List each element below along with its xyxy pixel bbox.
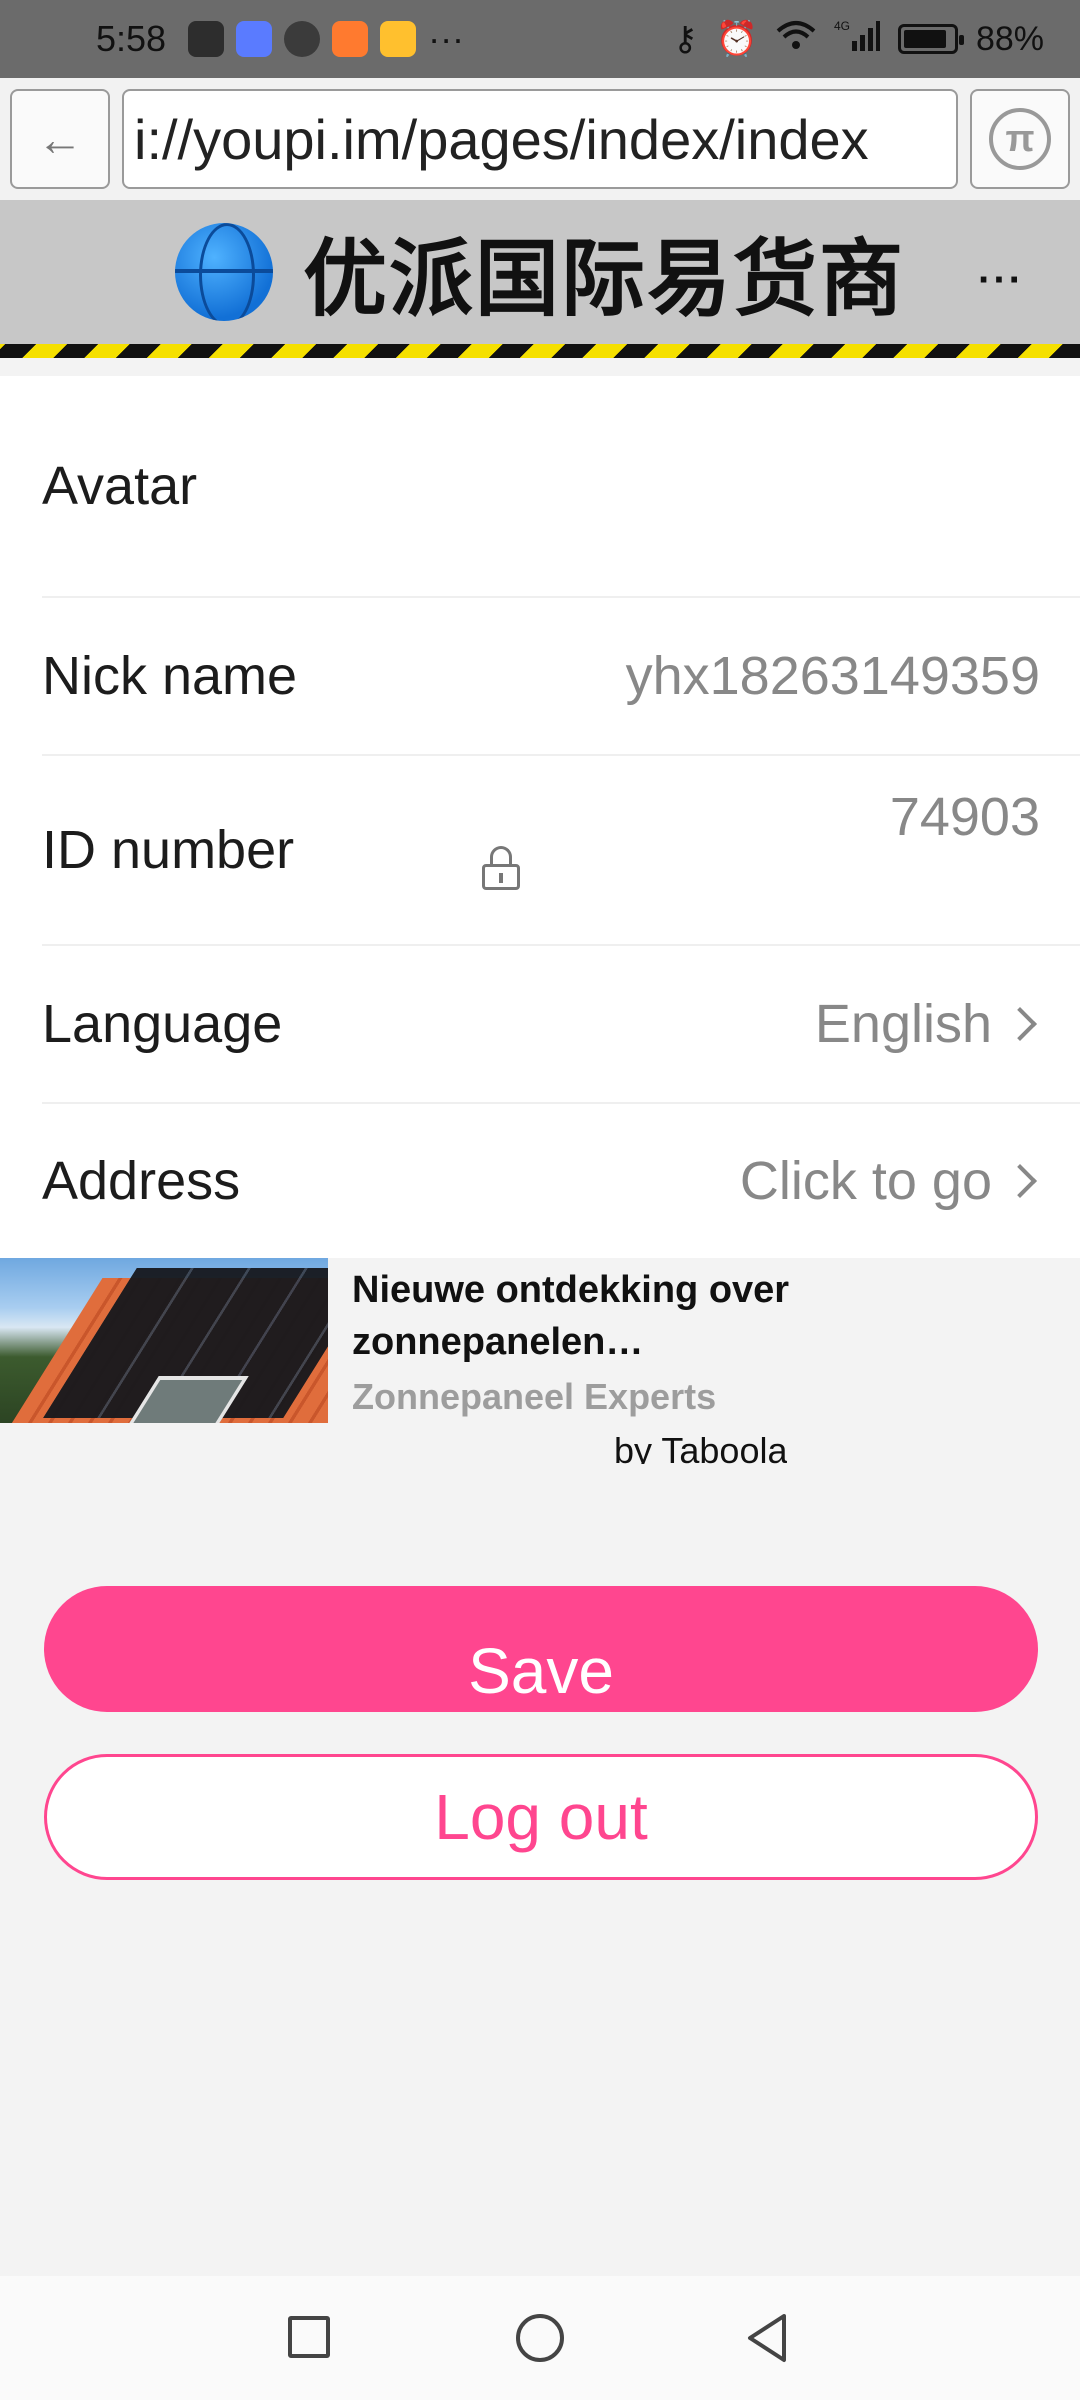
app-header: 优派国际易货商 ··· (0, 200, 1080, 344)
nickname-row[interactable]: Nick name yhx18263149359 (42, 598, 1080, 756)
status-bar: 5:58 ··· ⚷ ⏰ 4G 88% (0, 0, 1080, 78)
globe-icon (174, 223, 273, 321)
pi-icon: π (989, 108, 1051, 170)
status-time: 5:58 (96, 18, 167, 59)
save-button[interactable]: Save (44, 1586, 1038, 1712)
sponsored-ad[interactable]: Nieuwe ontdekking over zonnepanelen… Zon… (0, 1258, 1080, 1468)
nickname-label: Nick name (42, 646, 298, 706)
pi-browser-button[interactable]: π (970, 89, 1070, 189)
ad-attribution[interactable]: by Taboola (614, 1430, 787, 1464)
ad-image[interactable] (0, 1258, 328, 1423)
status-left: 5:58 ··· (96, 18, 464, 60)
language-row[interactable]: Language English (42, 946, 1080, 1104)
home-icon[interactable] (516, 2314, 564, 2362)
signal-icon: 4G (834, 19, 880, 60)
back-triangle-icon[interactable] (744, 2312, 792, 2364)
status-overflow: ··· (428, 18, 465, 59)
lock-body (482, 864, 520, 890)
avatar-row[interactable]: Avatar (42, 376, 1080, 598)
music-app-icon (236, 21, 273, 57)
address-label: Address (42, 1151, 241, 1211)
battery-fill (903, 30, 946, 48)
recent-apps-icon[interactable] (288, 2316, 330, 2358)
chevron-right-icon (1003, 1164, 1037, 1198)
address-value: Click to go (739, 1151, 992, 1211)
browser-bar: ← i://youpi.im/pages/index/index π (0, 78, 1080, 200)
system-nav-bar (0, 2276, 1080, 2400)
alarm-icon: ⏰ (715, 20, 758, 58)
battery-percent: 88% (975, 19, 1044, 58)
language-value-group[interactable]: English (815, 993, 1040, 1055)
address-value-group[interactable]: Click to go (740, 1150, 1040, 1212)
more-menu-button[interactable]: ··· (978, 258, 1024, 303)
avatar-label: Avatar (42, 456, 198, 516)
wifi-icon (776, 19, 816, 60)
nickname-value[interactable]: yhx18263149359 (626, 645, 1040, 707)
back-button[interactable]: ← (10, 89, 110, 189)
battery-icon (897, 24, 964, 54)
url-text: i://youpi.im/pages/index/index (134, 107, 869, 171)
video-app-icon (332, 21, 369, 57)
svg-text:4G: 4G (834, 19, 850, 33)
ad-title[interactable]: Nieuwe ontdekking over zonnepanelen… (352, 1264, 812, 1368)
wechat-icon (284, 21, 321, 57)
pi-symbol: π (1005, 117, 1035, 160)
chevron-right-icon (1003, 1007, 1037, 1041)
status-right: ⚷ ⏰ 4G 88% (673, 19, 1044, 60)
id-number-value: 74903 (889, 787, 1040, 847)
id-number-label: ID number (42, 820, 295, 880)
app-notification-icon (188, 21, 225, 57)
lock-icon (482, 846, 520, 890)
hazard-stripe-divider (0, 344, 1080, 358)
page-title: 优派国际易货商 (302, 231, 905, 326)
key-icon: ⚷ (672, 20, 698, 58)
mail-app-icon (380, 21, 417, 57)
profile-form: Avatar Nick name yhx18263149359 ID numbe… (0, 376, 1080, 1258)
logout-button[interactable]: Log out (44, 1754, 1038, 1880)
arrow-left-icon: ← (37, 113, 83, 165)
language-value: English (814, 994, 992, 1054)
url-field[interactable]: i://youpi.im/pages/index/index (122, 89, 958, 189)
id-number-row: ID number 74903 (42, 756, 1080, 946)
address-row[interactable]: Address Click to go (42, 1104, 1080, 1258)
language-label: Language (42, 994, 283, 1054)
ad-source: Zonnepaneel Experts (352, 1376, 717, 1417)
